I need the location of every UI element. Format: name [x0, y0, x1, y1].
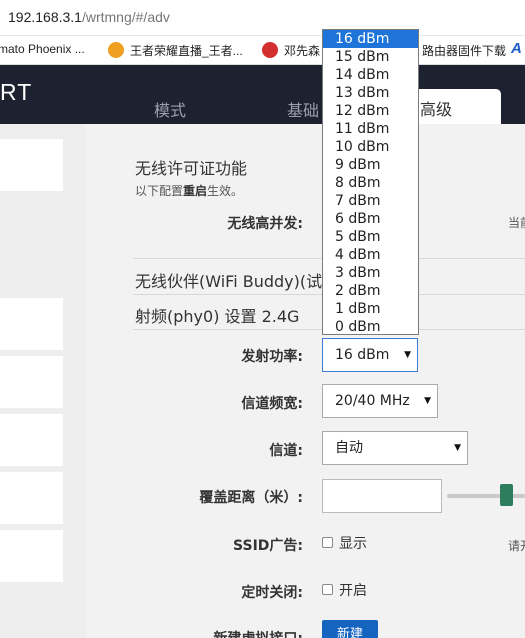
radio-section-title: 射频(phy0) 设置 2.4G — [135, 307, 300, 326]
tab-basic[interactable]: 基础 — [287, 97, 319, 121]
tab-advanced-label: 高级 — [420, 100, 453, 119]
bookmark-label: 路由器固件下载 — [422, 44, 507, 58]
sidebar — [0, 124, 86, 638]
address-bar[interactable]: 192.168.3.1/wrtmng/#/adv — [0, 0, 525, 36]
dropdown-arrow-icon: ▼ — [424, 396, 431, 406]
tab-mode[interactable]: 模式 — [154, 97, 186, 121]
channel-value: 自动 — [335, 440, 363, 456]
sidebar-item[interactable] — [0, 414, 63, 466]
bookmark-label: mato Phoenix ... — [0, 42, 85, 56]
dropdown-arrow-icon: ▼ — [454, 443, 461, 453]
dropdown-option[interactable]: 0 dBm — [323, 318, 418, 334]
dropdown-option[interactable]: 13 dBm — [323, 84, 418, 102]
channel-label: 信道: — [269, 443, 303, 459]
high-concurrency-label: 无线高并发: — [227, 216, 303, 232]
high-concurrency-hint: 当前 — [508, 216, 525, 230]
ssid-hint: 请开 — [508, 539, 525, 553]
dropdown-option[interactable]: 10 dBm — [323, 138, 418, 156]
ssid-broadcast-checkbox[interactable] — [322, 537, 333, 548]
bandwidth-select[interactable]: 20/40 MHz ▼ — [322, 384, 438, 418]
dropdown-option[interactable]: 8 dBm — [323, 174, 418, 192]
dropdown-option[interactable]: 2 dBm — [323, 282, 418, 300]
dropdown-option[interactable]: 16 dBm — [323, 30, 418, 48]
tx-power-value: 16 dBm — [335, 347, 390, 363]
dropdown-option[interactable]: 3 dBm — [323, 264, 418, 282]
channel-select[interactable]: 自动 ▼ — [322, 431, 468, 465]
license-section-title: 无线许可证功能 — [135, 159, 248, 178]
bookmark-item[interactable]: 邓先森 — [262, 42, 320, 59]
coverage-slider-track[interactable] — [447, 494, 525, 498]
dropdown-option[interactable]: 1 dBm — [323, 300, 418, 318]
ssid-broadcast-label: SSID广告: — [233, 538, 303, 554]
bookmark-label: 王者荣耀直播_王者... — [130, 44, 243, 58]
dropdown-option[interactable]: 6 dBm — [323, 210, 418, 228]
timed-off-option: 开启 — [339, 583, 367, 599]
tx-power-dropdown-list[interactable]: 16 dBm 15 dBm 14 dBm 13 dBm 12 dBm 11 dBm 10 d… — [322, 29, 419, 335]
bookmark-item[interactable]: mato Phoenix ... — [0, 42, 85, 56]
sidebar-item[interactable] — [0, 139, 63, 191]
bookmark-label: 邓先森 — [284, 44, 321, 58]
dropdown-option[interactable]: 11 dBm — [323, 120, 418, 138]
coverage-input[interactable] — [322, 479, 442, 513]
dropdown-option[interactable]: 4 dBm — [323, 246, 418, 264]
dropdown-option[interactable]: 7 dBm — [323, 192, 418, 210]
new-vif-label: 新建虚拟接口: — [133, 628, 303, 638]
sidebar-item[interactable] — [0, 472, 63, 524]
bookmarks-bar: mato Phoenix ... 王者荣耀直播_王者... 邓先森 路由器固件下… — [0, 36, 525, 65]
a-logo-icon[interactable]: A — [511, 40, 522, 57]
bookmark-item[interactable]: 王者荣耀直播_王者... — [108, 42, 243, 59]
dropdown-option[interactable]: 5 dBm — [323, 228, 418, 246]
coverage-slider-handle[interactable] — [500, 484, 513, 506]
coverage-label: 覆盖距离（米）: — [199, 490, 303, 506]
brand-logo: RT — [0, 79, 33, 105]
ssid-broadcast-option: 显示 — [339, 536, 367, 552]
dropdown-option[interactable]: 15 dBm — [323, 48, 418, 66]
new-vif-button[interactable]: 新建 — [322, 620, 378, 638]
url-text[interactable]: 192.168.3.1/wrtmng/#/adv — [8, 9, 170, 25]
settings-panel — [86, 124, 525, 638]
dropdown-option[interactable]: 9 dBm — [323, 156, 418, 174]
url-host: 192.168.3.1 — [8, 9, 82, 25]
tx-power-label: 发射功率: — [241, 349, 303, 365]
sidebar-item[interactable] — [0, 530, 63, 582]
sidebar-item[interactable] — [0, 298, 63, 350]
dropdown-option[interactable]: 12 dBm — [323, 102, 418, 120]
face-icon — [108, 42, 124, 58]
bookmark-item[interactable]: 路由器固件下载 — [422, 42, 506, 59]
tx-power-select[interactable]: 16 dBm ▼ — [322, 338, 418, 372]
restart-note: 以下配置重启生效。 — [135, 184, 244, 198]
sidebar-item[interactable] — [0, 356, 63, 408]
dropdown-option[interactable]: 14 dBm — [323, 66, 418, 84]
bandwidth-label: 信道频宽: — [241, 396, 303, 412]
url-path: /wrtmng/#/adv — [81, 9, 170, 25]
dropdown-arrow-icon: ▼ — [404, 350, 411, 360]
weibo-icon — [262, 42, 278, 58]
wifi-buddy-title: 无线伙伴(WiFi Buddy)(试 — [135, 272, 323, 291]
timed-off-checkbox[interactable] — [322, 584, 333, 595]
timed-off-label: 定时关闭: — [241, 585, 303, 601]
bandwidth-value: 20/40 MHz — [335, 393, 410, 409]
